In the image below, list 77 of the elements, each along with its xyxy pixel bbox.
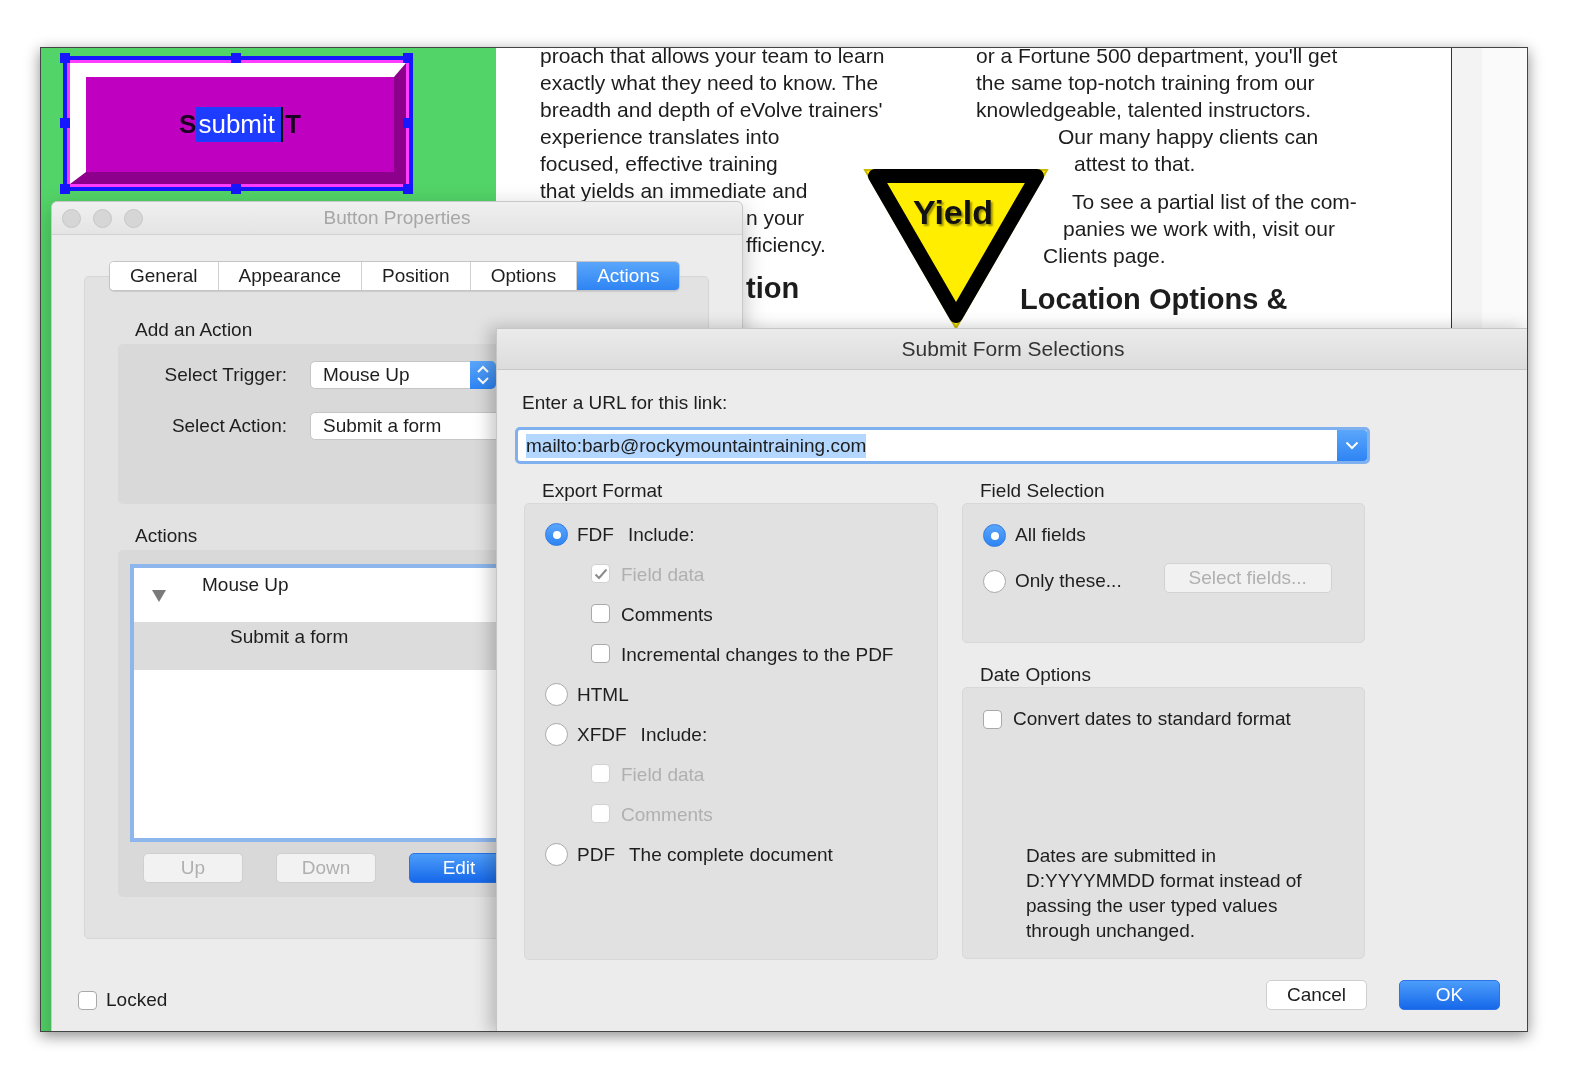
- body-text-line: fficiency.: [746, 232, 826, 258]
- dialog-title: Submit Form Selections: [901, 337, 1125, 361]
- body-text-line: attest to that.: [1074, 151, 1196, 177]
- body-text-line: proach that allows your team to learn: [540, 48, 885, 69]
- radio-button[interactable]: [545, 683, 568, 706]
- group-label: Export Format: [542, 480, 663, 502]
- option-note: The complete document: [629, 844, 833, 866]
- group-label: Field Selection: [980, 480, 1105, 502]
- stepper-icon: [470, 361, 496, 389]
- field-label: Enter a URL for this link:: [522, 392, 728, 414]
- trigger-dropdown[interactable]: Mouse Up: [310, 361, 496, 389]
- tab[interactable]: Position: [362, 262, 471, 290]
- disclosure-triangle-icon[interactable]: [151, 589, 167, 603]
- body-text-line: panies we work with, visit our: [1063, 216, 1335, 242]
- minimize-button[interactable]: [93, 208, 112, 228]
- window-title: Button Properties: [323, 207, 471, 228]
- body-text-line: exactly what they need to know. The: [540, 70, 879, 96]
- resize-handle[interactable]: [403, 184, 413, 194]
- radio-button[interactable]: [983, 570, 1006, 593]
- group-label: Add an Action: [135, 319, 253, 341]
- checkbox[interactable]: [591, 604, 610, 623]
- radio-button[interactable]: [545, 843, 568, 866]
- selected-text: submit: [196, 107, 283, 142]
- group-label: Actions: [135, 525, 198, 547]
- body-text-line: To see a partial list of the com-: [1072, 189, 1357, 215]
- section-heading: tion: [746, 271, 800, 306]
- radio-label: PDF: [577, 844, 615, 866]
- radio-button[interactable]: [983, 524, 1006, 547]
- body-text-line: Clients page.: [1043, 243, 1166, 269]
- body-text-line: Our many happy clients can: [1058, 124, 1319, 150]
- tab[interactable]: General: [110, 262, 219, 290]
- radio-button[interactable]: [545, 723, 568, 746]
- radio-label: All fields: [1015, 524, 1086, 546]
- body-text-line: that yields an immediate and: [540, 178, 808, 204]
- body-text-line: focused, effective training: [540, 151, 778, 177]
- resize-handle[interactable]: [231, 53, 241, 63]
- resize-handle[interactable]: [403, 53, 413, 63]
- resize-handle[interactable]: [60, 118, 70, 128]
- label-text: T: [285, 109, 301, 140]
- body-text-line: the same top-notch training from our: [976, 70, 1315, 96]
- dialog-button[interactable]: OK: [1399, 980, 1500, 1010]
- checkbox[interactable]: [983, 709, 1002, 729]
- label-text: S: [179, 109, 197, 140]
- checkbox-label: Convert dates to standard format: [1013, 708, 1291, 730]
- body-text-line: breadth and depth of eVolve trainers': [540, 97, 883, 123]
- checkbox[interactable]: [78, 990, 97, 1010]
- list-item[interactable]: Mouse Up: [202, 574, 289, 596]
- field-label: Select Trigger:: [164, 364, 287, 386]
- url-field[interactable]: mailto:barb@rockymountaintraining.com: [515, 427, 1370, 464]
- radio-label: XFDF: [577, 724, 627, 746]
- checkbox[interactable]: [591, 644, 610, 663]
- body-text-line: n your: [746, 205, 805, 231]
- body-text-line: experience translates into: [540, 124, 780, 150]
- group-label: Date Options: [980, 664, 1091, 686]
- resize-handle[interactable]: [60, 53, 70, 63]
- form-button[interactable]: Ssubmit T: [70, 63, 406, 184]
- checkbox-label: Locked: [106, 989, 168, 1011]
- radio-label: HTML: [577, 684, 629, 706]
- option-note: Include:: [640, 724, 708, 746]
- dropdown-button[interactable]: [1337, 430, 1367, 461]
- tab[interactable]: Appearance: [218, 262, 363, 290]
- dialog-button[interactable]: Cancel: [1266, 980, 1367, 1010]
- radio-label: FDF: [577, 524, 614, 546]
- option-note: Include:: [627, 524, 695, 546]
- chevron-down-icon: [1345, 441, 1359, 450]
- body-text-line: or a Fortune 500 department, you'll get: [976, 48, 1338, 69]
- tab[interactable]: Options: [470, 262, 578, 290]
- radio-label: Only these...: [1015, 570, 1122, 592]
- close-button[interactable]: [62, 208, 81, 228]
- section-heading: Location Options &: [1020, 282, 1288, 317]
- radio-button[interactable]: [545, 523, 568, 546]
- help-text: Dates are submitted in D:YYYYMMDD format instead of passing the user typed values through unchanged.: [1026, 844, 1303, 943]
- resize-handle[interactable]: [60, 184, 70, 194]
- zoom-button[interactable]: [124, 208, 143, 228]
- field-label: Select Action:: [171, 415, 287, 437]
- body-text-line: knowledgeable, talented instructors.: [976, 97, 1312, 123]
- resize-handle[interactable]: [231, 184, 241, 194]
